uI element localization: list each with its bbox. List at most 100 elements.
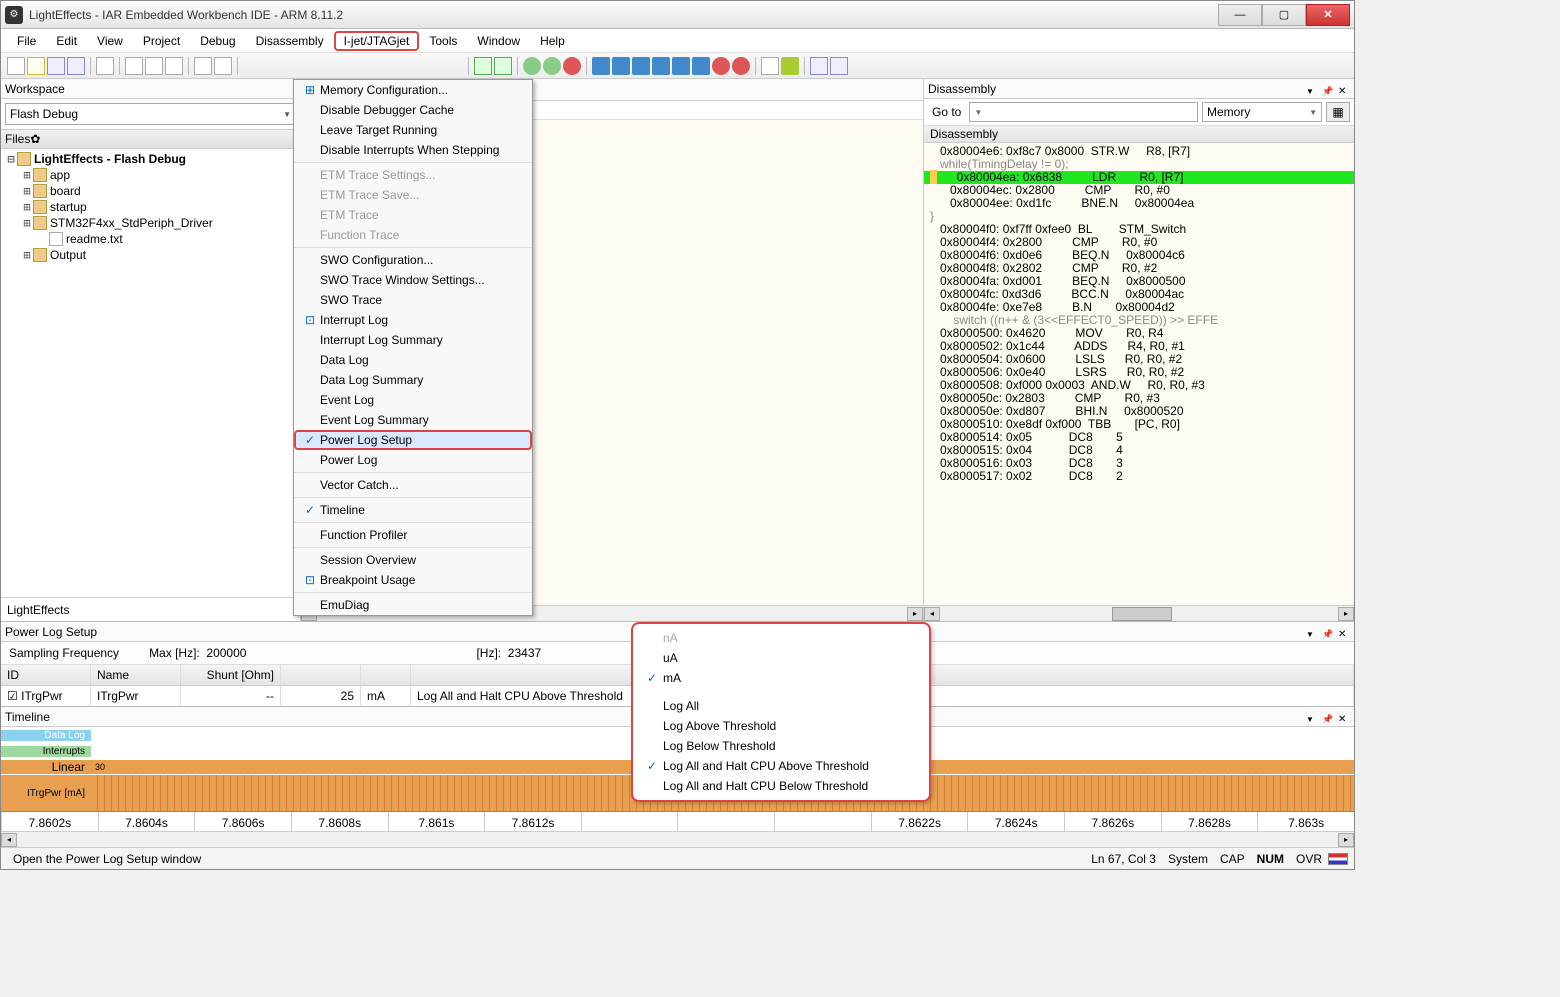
tree-item[interactable]: ⊟LightEffects - Flash Debug bbox=[1, 151, 300, 167]
memory-combo[interactable]: Memory bbox=[1202, 102, 1322, 122]
tb-stop-icon[interactable] bbox=[563, 57, 581, 75]
panel-close-icon[interactable] bbox=[1338, 711, 1350, 723]
menu-window[interactable]: Window bbox=[467, 31, 530, 51]
tb-go-icon[interactable] bbox=[474, 57, 492, 75]
context-menu-item[interactable]: Log Above Threshold bbox=[633, 716, 929, 736]
menu-item[interactable]: ✓Timeline bbox=[294, 500, 532, 520]
menu-file[interactable]: File bbox=[7, 31, 46, 51]
tb-win1-icon[interactable] bbox=[810, 57, 828, 75]
pin-icon[interactable] bbox=[1322, 83, 1334, 95]
menu-edit[interactable]: Edit bbox=[46, 31, 87, 51]
menu-item[interactable]: Data Log bbox=[294, 350, 532, 370]
menu-item[interactable]: ⊡Breakpoint Usage bbox=[294, 570, 532, 590]
tb-etm-icon[interactable] bbox=[761, 57, 779, 75]
tree-item[interactable]: ⊞STM32F4xx_StdPeriph_Driver bbox=[1, 215, 300, 231]
tree-item[interactable]: ⊞app bbox=[1, 167, 300, 183]
tb-paste-icon[interactable] bbox=[165, 57, 183, 75]
menu-item[interactable]: SWO Configuration... bbox=[294, 250, 532, 270]
tb-step5-icon[interactable] bbox=[692, 57, 710, 75]
tb-run-icon[interactable] bbox=[523, 57, 541, 75]
config-combo[interactable]: Flash Debug bbox=[5, 103, 296, 125]
context-menu-item[interactable]: Log All and Halt CPU Below Threshold bbox=[633, 776, 929, 796]
disassembly-view[interactable]: 0x80004e6: 0xf8c7 0x8000 STR.W R8, [R7] … bbox=[924, 143, 1354, 605]
context-menu-item[interactable]: Log All bbox=[633, 696, 929, 716]
menu-disassembly[interactable]: Disassembly bbox=[246, 31, 334, 51]
menu-ijetjtagjet[interactable]: I-jet/JTAGjet bbox=[334, 31, 420, 51]
pin-icon[interactable] bbox=[1322, 711, 1334, 723]
menu-item[interactable]: ⊡Interrupt Log bbox=[294, 310, 532, 330]
menu-item[interactable]: Vector Catch... bbox=[294, 475, 532, 495]
menu-item[interactable]: Event Log bbox=[294, 390, 532, 410]
context-menu-item[interactable]: uA bbox=[633, 648, 929, 668]
tb-sub-icon[interactable] bbox=[781, 57, 799, 75]
minimize-button[interactable]: — bbox=[1218, 4, 1262, 26]
menu-item[interactable]: Data Log Summary bbox=[294, 370, 532, 390]
tb-stepover-icon[interactable] bbox=[612, 57, 630, 75]
menu-project[interactable]: Project bbox=[133, 31, 190, 51]
gear-icon[interactable]: ✿ bbox=[30, 132, 40, 146]
tree-item[interactable]: ⊞board bbox=[1, 183, 300, 199]
tb-save-icon[interactable] bbox=[47, 57, 65, 75]
menu-item[interactable]: Disable Interrupts When Stepping bbox=[294, 140, 532, 160]
toggle-icon[interactable]: ▦ bbox=[1326, 102, 1350, 122]
tree-item[interactable]: ⊞Output bbox=[1, 247, 300, 263]
tb-redo-icon[interactable] bbox=[214, 57, 232, 75]
menu-item[interactable]: SWO Trace Window Settings... bbox=[294, 270, 532, 290]
checkbox-icon[interactable]: ☑ bbox=[7, 689, 18, 703]
workspace-tree[interactable]: ⊟LightEffects - Flash Debug⊞app⊞board⊞st… bbox=[1, 149, 300, 597]
menu-item[interactable]: Function Profiler bbox=[294, 525, 532, 545]
goto-combo[interactable] bbox=[969, 102, 1198, 122]
flag-icon[interactable] bbox=[1328, 853, 1348, 865]
tree-item[interactable]: readme.txt bbox=[1, 231, 300, 247]
context-menu-item[interactable]: ✓mA bbox=[633, 668, 929, 688]
tb-undo-icon[interactable] bbox=[194, 57, 212, 75]
context-menu-item[interactable]: Log Below Threshold bbox=[633, 736, 929, 756]
menu-item[interactable]: Session Overview bbox=[294, 550, 532, 570]
context-menu-item[interactable]: ✓Log All and Halt CPU Above Threshold bbox=[633, 756, 929, 776]
tb-open-icon[interactable] bbox=[27, 57, 45, 75]
tb-run2-icon[interactable] bbox=[543, 57, 561, 75]
menu-view[interactable]: View bbox=[87, 31, 133, 51]
menu-item[interactable]: ⊞Memory Configuration... bbox=[294, 80, 532, 100]
context-menu-item: nA bbox=[633, 628, 929, 648]
tb-cursor-icon[interactable] bbox=[672, 57, 690, 75]
menu-item[interactable]: SWO Trace bbox=[294, 290, 532, 310]
menu-item[interactable]: Interrupt Log Summary bbox=[294, 330, 532, 350]
menu-help[interactable]: Help bbox=[530, 31, 575, 51]
maximize-button[interactable]: ▢ bbox=[1262, 4, 1306, 26]
tb-print-icon[interactable] bbox=[96, 57, 114, 75]
tb-stepnext-icon[interactable] bbox=[652, 57, 670, 75]
menu-item[interactable]: Disable Debugger Cache bbox=[294, 100, 532, 120]
tb-step-icon[interactable] bbox=[592, 57, 610, 75]
menu-item[interactable]: EmuDiag bbox=[294, 595, 532, 615]
menu-item[interactable]: ✓Power Log Setup bbox=[294, 430, 532, 450]
menu-item[interactable]: Event Log Summary bbox=[294, 410, 532, 430]
tb-saveall-icon[interactable] bbox=[67, 57, 85, 75]
chevron-down-icon[interactable] bbox=[1306, 83, 1318, 95]
chevron-down-icon[interactable] bbox=[1306, 626, 1318, 638]
ijet-menu[interactable]: ⊞Memory Configuration...Disable Debugger… bbox=[293, 79, 533, 616]
tb-copy-icon[interactable] bbox=[145, 57, 163, 75]
tb-break-icon[interactable] bbox=[712, 57, 730, 75]
tree-item[interactable]: ⊞startup bbox=[1, 199, 300, 215]
unit-context-menu[interactable]: nAuA✓mA Log AllLog Above ThresholdLog Bel… bbox=[631, 622, 931, 802]
menu-debug[interactable]: Debug bbox=[190, 31, 245, 51]
menu-item[interactable]: Power Log bbox=[294, 450, 532, 470]
panel-close-icon[interactable] bbox=[1338, 626, 1350, 638]
tb-go2-icon[interactable] bbox=[494, 57, 512, 75]
tb-cut-icon[interactable] bbox=[125, 57, 143, 75]
tb-new-icon[interactable] bbox=[7, 57, 25, 75]
panel-close-icon[interactable] bbox=[1338, 83, 1350, 95]
chevron-down-icon[interactable] bbox=[1306, 711, 1318, 723]
tb-stepout-icon[interactable] bbox=[632, 57, 650, 75]
tb-win2-icon[interactable] bbox=[830, 57, 848, 75]
timeline-hscroll[interactable]: ◂▸ bbox=[1, 831, 1354, 847]
status-pos: Ln 67, Col 3 bbox=[1085, 852, 1162, 866]
main-window: LightEffects - IAR Embedded Workbench ID… bbox=[0, 0, 1355, 870]
tb-reset-icon[interactable] bbox=[732, 57, 750, 75]
menu-item[interactable]: Leave Target Running bbox=[294, 120, 532, 140]
disasm-hscroll[interactable]: ◂▸ bbox=[924, 605, 1354, 621]
pin-icon[interactable] bbox=[1322, 626, 1334, 638]
close-button[interactable]: ✕ bbox=[1306, 4, 1350, 26]
menu-tools[interactable]: Tools bbox=[419, 31, 467, 51]
